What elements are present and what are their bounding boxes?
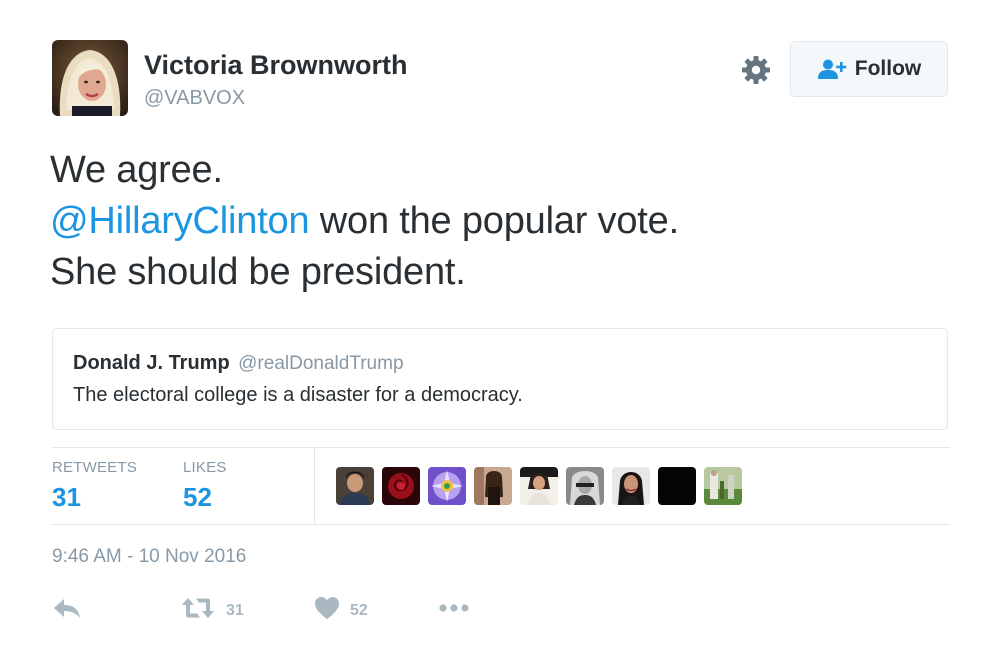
retweet-action-count: 31 xyxy=(226,601,244,619)
quoted-tweet-text: The electoral college is a disaster for … xyxy=(73,384,523,406)
retweet-action[interactable]: 31 xyxy=(180,596,244,625)
liker-avatar[interactable] xyxy=(612,467,650,505)
follow-user-plus-icon xyxy=(817,58,847,80)
retweets-count: 31 xyxy=(52,482,81,512)
liker-avatars xyxy=(336,467,742,505)
liker-avatar[interactable] xyxy=(382,467,420,505)
liker-avatar[interactable] xyxy=(428,467,466,505)
tweet-line-3: She should be president. xyxy=(50,251,466,293)
liker-avatar[interactable] xyxy=(336,467,374,505)
author-screen-name[interactable]: @VABVOX xyxy=(144,87,245,110)
likes-count: 52 xyxy=(183,482,212,512)
stats-divider xyxy=(314,448,315,524)
follow-button[interactable]: Follow xyxy=(790,41,948,97)
liker-avatar[interactable] xyxy=(704,467,742,505)
tweet-stats: RETWEETS 31 LIKES 52 xyxy=(52,447,950,525)
liker-avatar[interactable] xyxy=(566,467,604,505)
more-dots-icon xyxy=(438,596,470,625)
author-avatar[interactable] xyxy=(52,40,128,116)
liker-avatar[interactable] xyxy=(474,467,512,505)
liker-avatar[interactable] xyxy=(658,467,696,505)
author-display-name[interactable]: Victoria Brownworth xyxy=(144,50,408,81)
tweet-line-1: We agree. xyxy=(50,149,223,191)
quoted-author-handle: @realDonaldTrump xyxy=(238,353,404,374)
mention-link[interactable]: @HillaryClinton xyxy=(50,200,310,242)
quoted-tweet-card[interactable]: Donald J. Trump @realDonaldTrump The ele… xyxy=(52,328,948,430)
tweet-line-2: @HillaryClinton won the popular vote. xyxy=(50,196,679,247)
more-action[interactable] xyxy=(438,596,470,625)
gear-icon[interactable] xyxy=(740,54,772,86)
tweet-line-2-rest: won the popular vote. xyxy=(309,200,679,242)
tweet-text: We agree. @HillaryClinton won the popula… xyxy=(50,145,679,298)
reply-icon xyxy=(52,596,82,625)
retweets-label: RETWEETS xyxy=(52,459,137,476)
likes-stat[interactable]: LIKES 52 xyxy=(183,459,227,513)
liker-avatar[interactable] xyxy=(520,467,558,505)
retweets-stat[interactable]: RETWEETS 31 xyxy=(52,459,137,513)
reply-action[interactable] xyxy=(52,596,82,625)
quoted-author-name: Donald J. Trump xyxy=(73,352,230,374)
like-action-count: 52 xyxy=(350,601,368,619)
tweet-timestamp[interactable]: 9:46 AM - 10 Nov 2016 xyxy=(52,546,246,568)
quoted-tweet-header: Donald J. Trump @realDonaldTrump xyxy=(73,352,404,375)
retweet-icon xyxy=(180,596,216,625)
like-action[interactable]: 52 xyxy=(314,596,368,625)
heart-icon xyxy=(314,596,340,625)
likes-label: LIKES xyxy=(183,459,227,476)
follow-button-label: Follow xyxy=(854,57,922,80)
